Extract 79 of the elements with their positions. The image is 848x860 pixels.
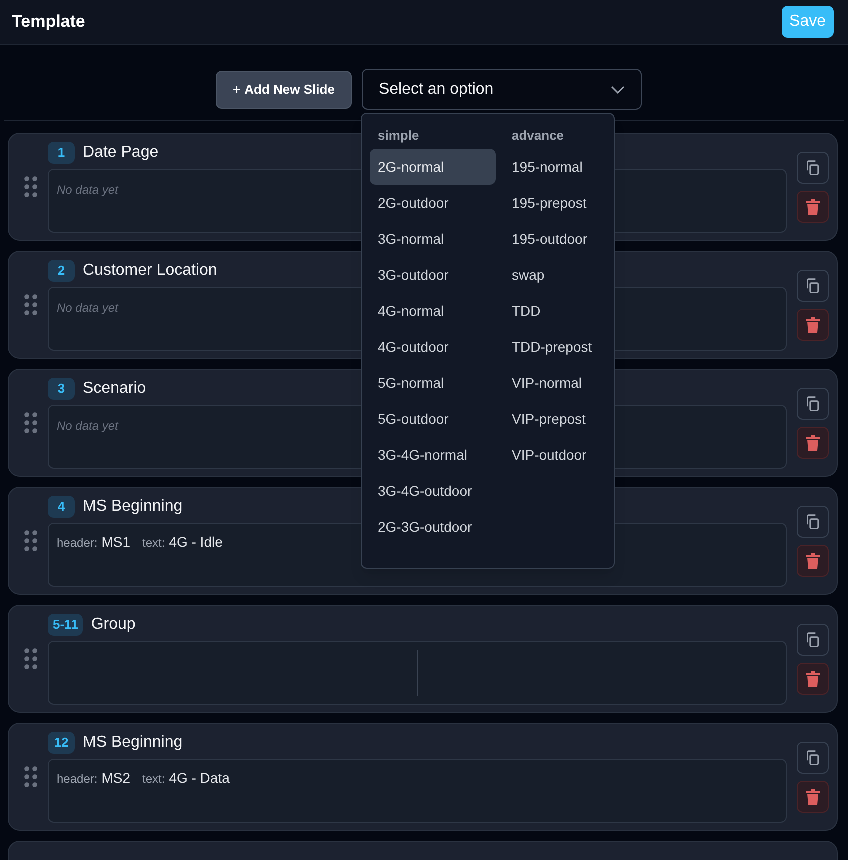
delete-button[interactable] <box>797 780 829 812</box>
trash-icon <box>806 670 820 686</box>
delete-button[interactable] <box>797 426 829 458</box>
group-heading: advance <box>511 127 566 144</box>
slide-number-badge: 1 <box>48 142 75 164</box>
dropdown-option[interactable]: 195-outdoor <box>504 221 606 257</box>
trash-icon <box>806 434 820 450</box>
duplicate-button[interactable] <box>797 152 829 184</box>
slide-number-badge: 3 <box>48 378 75 400</box>
field-label: text: <box>142 534 166 552</box>
dropdown-option[interactable]: TDD <box>504 293 606 329</box>
drag-handle-icon[interactable] <box>24 766 38 788</box>
drag-handle-icon[interactable] <box>24 294 38 316</box>
field-value: MS2 <box>102 768 130 788</box>
slide-title: Group <box>91 614 136 634</box>
copy-icon <box>805 396 821 412</box>
dropdown-option[interactable]: 2G-normal <box>370 149 496 185</box>
duplicate-button[interactable] <box>797 624 829 656</box>
dropdown-option[interactable]: 4G-normal <box>370 293 496 329</box>
dropdown-option[interactable]: 195-prepost <box>504 185 606 221</box>
option-select[interactable]: Select an option <box>362 69 642 110</box>
copy-icon <box>805 632 821 648</box>
duplicate-button[interactable] <box>797 270 829 302</box>
trash-icon <box>806 552 820 568</box>
delete-button[interactable] <box>797 308 829 340</box>
dropdown-option[interactable]: 3G-normal <box>370 221 496 257</box>
dropdown-option[interactable]: VIP-normal <box>504 365 606 401</box>
drag-handle-icon[interactable] <box>24 530 38 552</box>
add-slide-button[interactable]: + Add New Slide <box>216 70 352 108</box>
slide-title: Scenario <box>83 378 146 398</box>
trash-icon <box>806 788 820 804</box>
dropdown-option[interactable]: 5G-normal <box>370 365 496 401</box>
dropdown-option[interactable]: 3G-4G-outdoor <box>370 473 496 509</box>
slide-number-badge: 2 <box>48 260 75 282</box>
empty-text: No data yet <box>57 300 118 314</box>
delete-button[interactable] <box>797 662 829 694</box>
slide-title: Date Page <box>83 142 159 162</box>
trash-icon <box>806 316 820 332</box>
field-label: header: <box>57 770 98 788</box>
slide-number-badge: 12 <box>48 732 75 754</box>
dropdown-option[interactable]: VIP-prepost <box>504 401 606 437</box>
field-label: header: <box>57 534 98 552</box>
delete-button[interactable] <box>797 190 829 222</box>
field-value: 4G - Data <box>169 768 230 788</box>
empty-text: No data yet <box>57 418 118 432</box>
dropdown-option[interactable]: swap <box>504 257 606 293</box>
dropdown-option[interactable]: 3G-4G-normal <box>370 437 496 473</box>
slide-number-badge: 4 <box>48 496 75 518</box>
page-title: Template <box>12 11 86 34</box>
drag-handle-icon[interactable] <box>24 176 38 198</box>
slide-title: Customer Location <box>83 260 218 280</box>
copy-icon <box>805 514 821 530</box>
field-label: text: <box>142 770 166 788</box>
dropdown-option[interactable]: 4G-outdoor <box>370 329 496 365</box>
field-value: MS1 <box>102 532 130 552</box>
slide-title: MS Beginning <box>83 732 183 752</box>
field-value: 4G - Idle <box>169 532 223 552</box>
dropdown-option[interactable]: 2G-outdoor <box>370 185 496 221</box>
dropdown-option[interactable]: 3G-outdoor <box>370 257 496 293</box>
drag-handle-icon[interactable] <box>24 412 38 434</box>
copy-icon <box>805 160 821 176</box>
duplicate-button[interactable] <box>797 742 829 774</box>
drag-handle-icon[interactable] <box>24 648 38 670</box>
dropdown-option[interactable]: 5G-outdoor <box>370 401 496 437</box>
chevron-down-icon <box>610 86 625 94</box>
dropdown-option[interactable]: 195-normal <box>504 149 606 185</box>
slide-title: MS Beginning <box>83 496 183 516</box>
copy-icon <box>805 278 821 294</box>
duplicate-button[interactable] <box>797 506 829 538</box>
group-heading: simple <box>377 127 420 144</box>
dropdown-option[interactable]: VIP-outdoor <box>504 437 606 473</box>
empty-text: No data yet <box>57 182 118 196</box>
dropdown-option[interactable]: TDD-prepost <box>504 329 606 365</box>
slide-number-badge: 5-11 <box>48 614 84 636</box>
duplicate-button[interactable] <box>797 388 829 420</box>
dropdown-option[interactable]: 2G-3G-outdoor <box>370 509 496 545</box>
trash-icon <box>806 198 820 214</box>
delete-button[interactable] <box>797 544 829 576</box>
copy-icon <box>805 750 821 766</box>
